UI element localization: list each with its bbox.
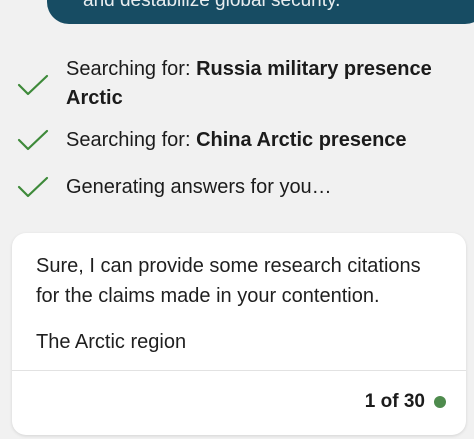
search-status-list: Searching for: Russia military presence … <box>0 55 474 202</box>
status-item-text: Generating answers for you… <box>66 176 332 198</box>
user-message-text: and destabilize global security. <box>83 0 341 11</box>
response-counter-text: 1 of 30 <box>364 391 425 412</box>
answer-paragraph: Sure, I can provide some research citati… <box>36 255 421 307</box>
status-prefix: Searching for: <box>66 129 197 151</box>
answer-card: Sure, I can provide some research citati… <box>12 233 466 435</box>
answer-paragraph: The Arctic region <box>36 331 187 353</box>
answer-divider <box>12 370 466 371</box>
search-query: China Arctic presence <box>196 129 407 151</box>
user-message-bubble: and destabilize global security. <box>47 0 474 24</box>
check-icon <box>17 175 49 199</box>
status-item-text: Searching for: Russia military presence … <box>66 58 432 109</box>
status-item-search-russia: Searching for: Russia military presence … <box>0 55 474 113</box>
check-icon <box>17 73 49 97</box>
check-icon <box>17 128 49 152</box>
response-counter: 1 of 30 <box>365 391 446 413</box>
answer-body: Sure, I can provide some research citati… <box>12 233 466 357</box>
status-prefix: Searching for: <box>66 58 197 80</box>
status-item-search-china: Searching for: China Arctic presence <box>0 126 474 155</box>
status-item-generating: Generating answers for you… <box>0 173 474 202</box>
status-item-text: Searching for: China Arctic presence <box>66 129 407 151</box>
status-dot-icon <box>434 396 446 408</box>
